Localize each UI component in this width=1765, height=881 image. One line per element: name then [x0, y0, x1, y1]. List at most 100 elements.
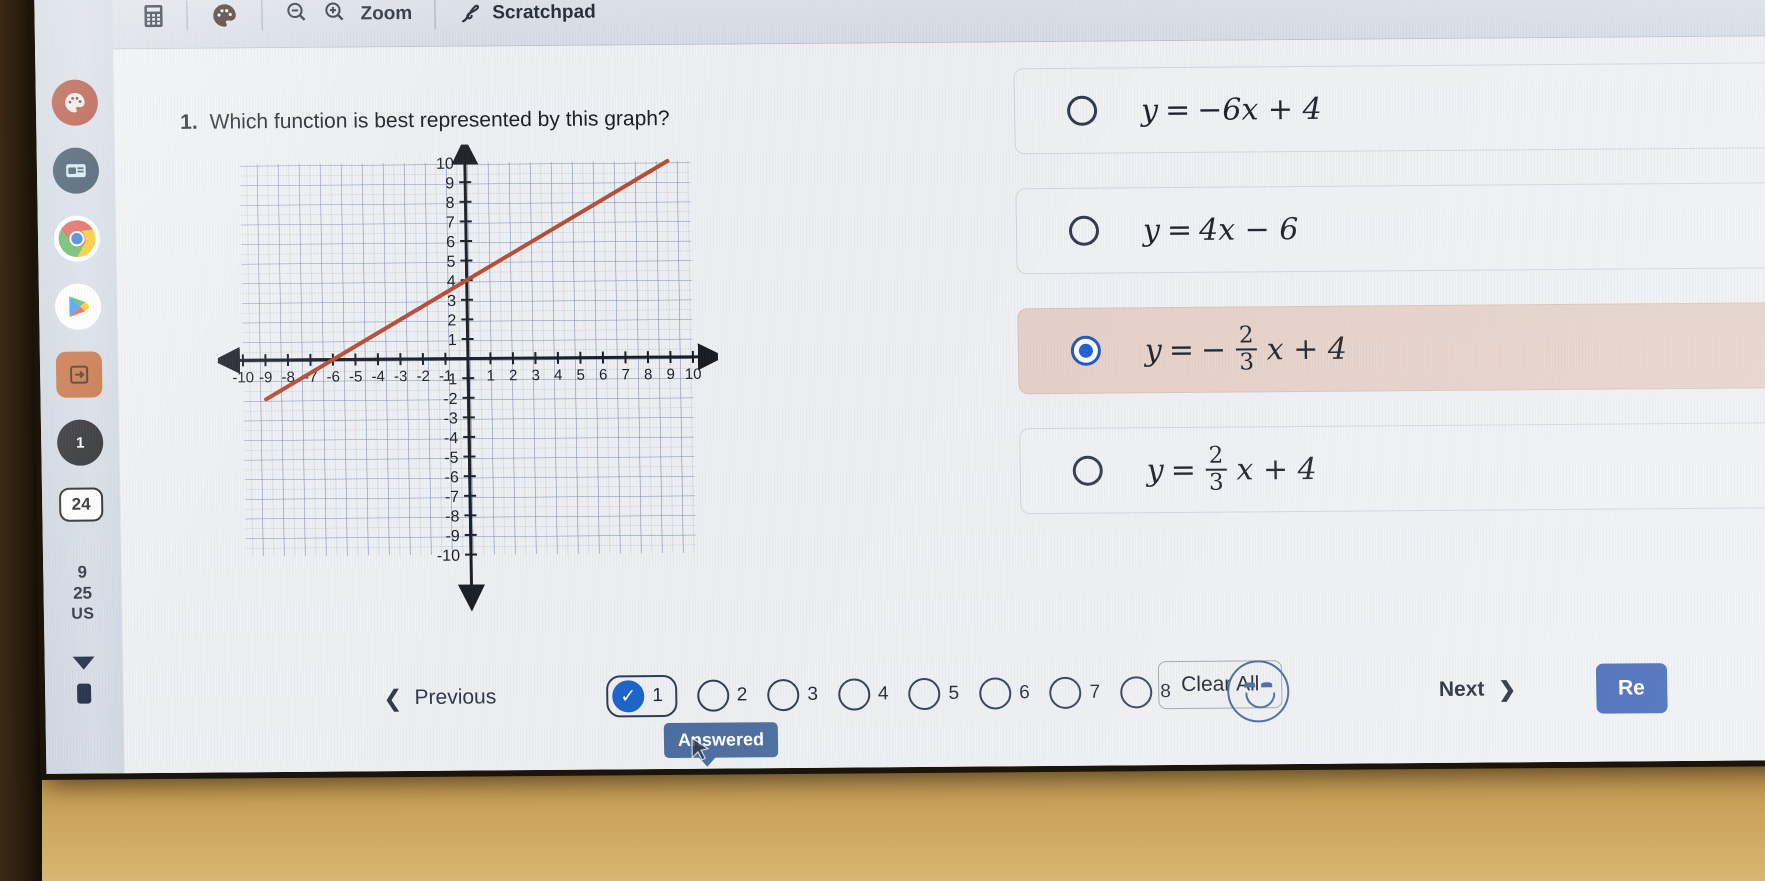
question-nav-circle[interactable]	[696, 679, 730, 712]
radio-button-a[interactable]	[1066, 95, 1098, 126]
x-tick-label: 7	[621, 366, 630, 383]
y-tick-label: -8	[445, 508, 460, 525]
calculator-button[interactable]	[130, 0, 177, 32]
question-nav-item-7[interactable]: 7	[1049, 676, 1100, 710]
y-tick-label: -6	[444, 469, 459, 486]
question-nav-circle[interactable]	[908, 677, 941, 711]
exit-app-icon[interactable]	[55, 351, 103, 398]
smiley-face-icon[interactable]	[1226, 660, 1290, 723]
zoom-label[interactable]: Zoom	[360, 3, 412, 25]
question-nav-circle[interactable]	[767, 678, 800, 712]
question-nav-label: 6	[1018, 682, 1030, 704]
question-nav-circle[interactable]	[837, 678, 871, 711]
next-button[interactable]: Next ❯	[1439, 677, 1517, 703]
x-tick-label: 5	[576, 367, 585, 384]
answer-choice-b[interactable]: y = 4x − 6	[1015, 182, 1765, 275]
palette-app-icon[interactable]	[51, 79, 99, 126]
y-tick-label: -3	[444, 410, 459, 427]
zoom-out-icon[interactable]	[284, 0, 308, 30]
minus-sign: −	[1200, 332, 1227, 368]
numerator: 2	[1238, 322, 1254, 349]
answer-choice-d[interactable]: y = 2 3 x + 4	[1019, 422, 1765, 515]
system-tray	[72, 656, 96, 704]
rhs: 4x − 6	[1198, 211, 1299, 248]
review-button[interactable]: Re	[1595, 663, 1668, 714]
question-prompt: 1. Which function is best represented by…	[180, 107, 670, 135]
choice-a-equation: y = −6x + 4	[1141, 91, 1322, 127]
check-icon: ✓	[611, 680, 645, 713]
zoom-in-icon[interactable]	[322, 0, 346, 29]
choice-b-equation: y = 4x − 6	[1143, 212, 1299, 248]
media-app-icon[interactable]	[52, 147, 100, 194]
x-tick-label: 2	[509, 367, 518, 384]
x-tick-label: -9	[259, 369, 273, 386]
question-nav-label: 4	[877, 683, 889, 705]
coordinate-graph: -10 -9 -8 -7 -6 -5 -4 -3 -2 -1 1 2 3 4 5 6 7 8 9 10 -10 -9 -8…	[214, 142, 722, 617]
x-tick-label: -6	[326, 369, 340, 386]
x-tick-label: 8	[644, 366, 653, 383]
y-tick-label: 8	[445, 195, 454, 212]
fraction: 2 3	[1236, 322, 1258, 376]
photo-of-screen: 1 24 9 25 US Zoom Scratchpad 1. Which fu…	[0, 0, 1765, 881]
x-tick-label: -3	[394, 368, 408, 385]
y-tick-label: 1	[448, 332, 457, 349]
question-number-list: ✓ 1 2 3 4 5 6 7 8	[605, 671, 1172, 718]
numerator: 2	[1208, 442, 1224, 469]
answer-choice-c[interactable]: y = − 2 3 x + 4	[1017, 302, 1765, 395]
equals: =	[1164, 92, 1191, 128]
scratchpad-button[interactable]: Scratchpad	[445, 0, 608, 30]
question-nav-label: 3	[807, 683, 819, 705]
scratchpad-icon	[461, 4, 479, 22]
radio-button-d[interactable]	[1072, 455, 1104, 486]
x-tick-label: -2	[416, 368, 430, 385]
question-nav-label: 8	[1160, 681, 1172, 703]
question-nav-circle[interactable]	[978, 677, 1012, 710]
y-tick-label: -4	[444, 430, 459, 447]
notification-badge-icon[interactable]: 1	[56, 419, 104, 466]
scratchpad-label: Scratchpad	[492, 1, 596, 23]
answer-choice-a[interactable]: y = −6x + 4	[1013, 62, 1765, 155]
question-nav-item-6[interactable]: 6	[978, 677, 1030, 710]
question-nav-item-2[interactable]: 2	[696, 679, 748, 712]
x-tick-label: 6	[599, 366, 608, 383]
toolbar-divider-2	[261, 0, 263, 30]
question-nav-label: 5	[948, 682, 960, 704]
question-nav-label: 1	[652, 685, 663, 707]
lhs: y	[1144, 332, 1163, 368]
battery-icon[interactable]	[76, 683, 92, 704]
radio-button-b[interactable]	[1068, 215, 1100, 246]
system-clock[interactable]: 9 25 US	[70, 562, 95, 625]
equals: =	[1168, 332, 1195, 368]
radio-button-c[interactable]	[1070, 335, 1102, 366]
question-nav-item-3[interactable]: 3	[767, 678, 819, 712]
x-tick-label: 9	[666, 366, 675, 383]
palette-icon	[213, 3, 236, 27]
question-nav-circle[interactable]	[1049, 676, 1082, 710]
smiley-eye-right	[1260, 682, 1272, 688]
next-label: Next	[1438, 677, 1485, 701]
x-tick-label: -5	[349, 368, 363, 385]
question-nav-item-1[interactable]: ✓ 1	[605, 674, 678, 718]
previous-button[interactable]: ❮ Previous	[383, 684, 496, 712]
chrome-icon[interactable]	[53, 215, 101, 262]
palette-button[interactable]	[197, 0, 252, 34]
equals: =	[1166, 212, 1193, 248]
question-nav-item-5[interactable]: 5	[908, 677, 960, 711]
os-taskbar: 1 24 9 25 US	[34, 0, 125, 774]
y-tick-label: 3	[447, 293, 456, 310]
choice-c-equation: y = − 2 3 x + 4	[1144, 322, 1348, 376]
screen: 1 24 9 25 US Zoom Scratchpad 1. Which fu…	[34, 0, 1765, 774]
mouse-cursor	[691, 736, 710, 761]
play-store-icon[interactable]	[54, 283, 102, 330]
y-tick-label: 2	[447, 312, 456, 329]
question-nav-circle[interactable]	[1120, 676, 1153, 709]
keyboard-layout[interactable]: US	[71, 604, 95, 624]
toolbar-divider	[186, 0, 188, 31]
question-nav-item-8[interactable]: 8	[1120, 676, 1172, 709]
wifi-icon[interactable]	[72, 656, 95, 670]
question-statement: Which function is best represented by th…	[209, 107, 670, 134]
calendar-24-icon[interactable]: 24	[58, 487, 104, 522]
y-tick-label: -7	[445, 489, 460, 506]
y-tick-label: 7	[446, 214, 455, 231]
question-nav-item-4[interactable]: 4	[837, 678, 889, 711]
